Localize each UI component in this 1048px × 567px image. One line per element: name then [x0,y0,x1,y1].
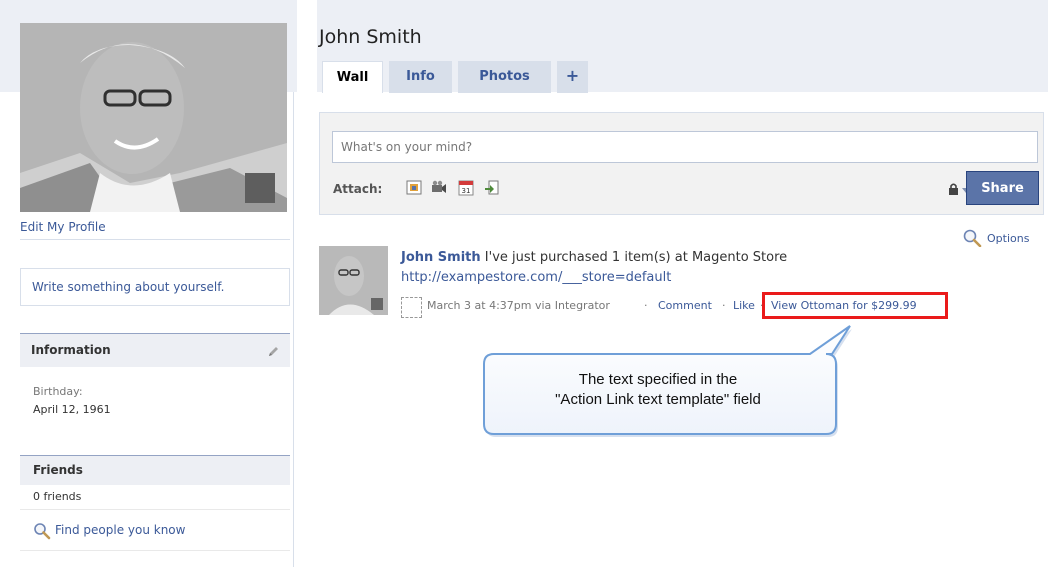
status-composer: Attach: 31 Share [319,112,1044,215]
video-icon[interactable] [430,179,448,197]
svg-text:31: 31 [462,187,471,195]
information-title: Information [31,343,111,357]
friends-count: 0 friends [20,486,290,510]
tab-add-button[interactable]: + [557,61,588,93]
options-link[interactable]: Options [962,229,1046,247]
story-url-link[interactable]: http://exampestore.com/___store=default [401,270,671,285]
event-icon[interactable]: 31 [457,179,475,197]
friends-header: Friends [20,455,290,485]
about-yourself-box[interactable]: Write something about yourself. [20,268,290,306]
find-people-link[interactable]: Find people you know [33,521,263,543]
sidebar-divider [293,92,294,567]
magnifier-icon [34,523,51,540]
callout-text: The text specified in the "Action Link t… [486,370,830,410]
profile-photo-image [20,23,287,212]
magnifier-icon [963,229,982,247]
story-author-link[interactable]: John Smith [401,250,481,265]
story-author-avatar[interactable] [319,246,388,315]
tab-photos[interactable]: Photos [458,61,551,93]
edit-profile-link[interactable]: Edit My Profile [20,220,290,240]
action-link[interactable]: View Ottoman for $299.99 [771,299,917,312]
story-timestamp: March 3 at 4:37pm via Integrator [427,299,610,312]
profile-name: John Smith [319,26,422,48]
information-header: Information [20,333,290,367]
share-button[interactable]: Share [966,171,1039,205]
story-text: I've just purchased 1 item(s) at Magento… [484,250,788,265]
pencil-icon[interactable] [267,345,280,358]
comment-link[interactable]: Comment [658,299,712,312]
tab-wall[interactable]: Wall [322,61,383,93]
attach-label: Attach: [333,182,383,196]
story-headline: John Smith I've just purchased 1 item(s)… [401,250,787,265]
birthday-value: April 12, 1961 [33,403,111,416]
options-label: Options [987,232,1030,245]
tab-info[interactable]: Info [389,61,452,93]
meta-separator: · [722,299,726,312]
find-people-label: Find people you know [55,523,186,537]
birthday-label: Birthday: [33,385,83,398]
profile-photo[interactable] [20,23,287,212]
callout-line-2: "Action Link text template" field [555,391,761,408]
meta-separator: · [644,299,648,312]
app-icon[interactable] [401,297,422,318]
like-link[interactable]: Like [733,299,755,312]
photo-icon[interactable] [405,179,423,197]
callout-line-1: The text specified in the [578,371,738,388]
status-input[interactable] [332,131,1038,163]
sidebar-bottom-rule [20,550,290,551]
header-gap [297,0,317,92]
link-icon[interactable] [483,179,501,197]
avatar-image [319,246,388,315]
